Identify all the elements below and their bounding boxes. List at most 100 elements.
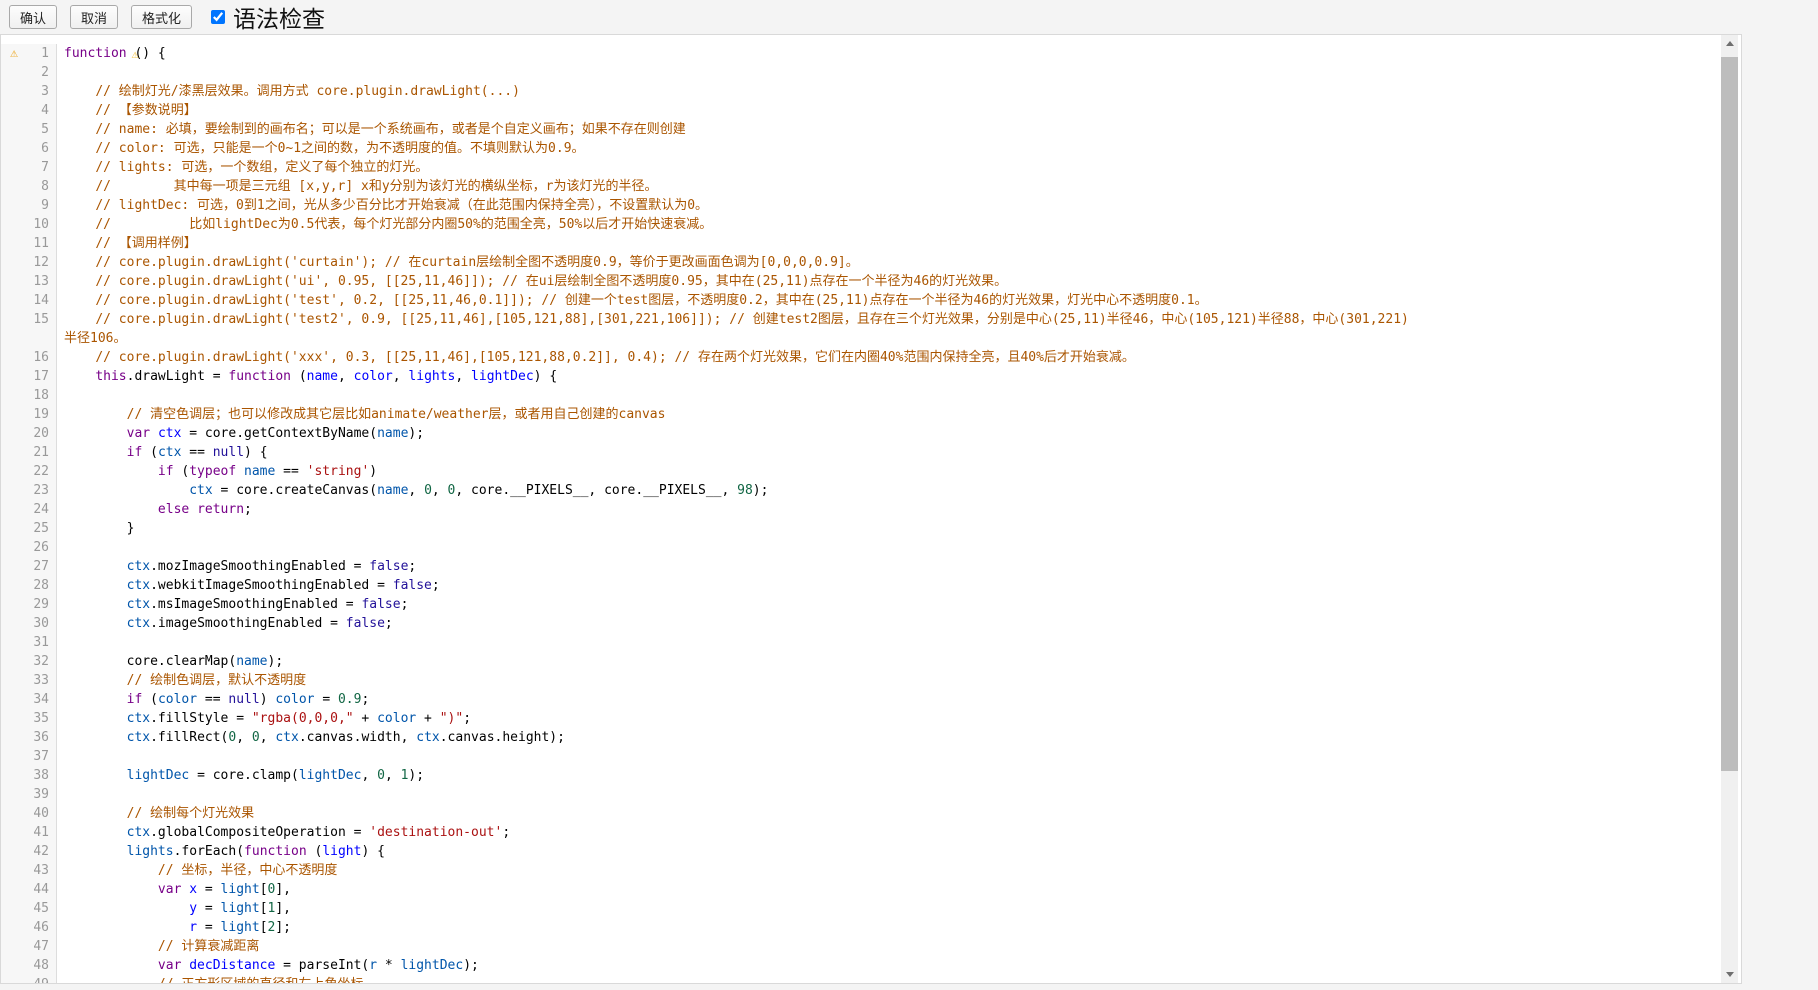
code-text[interactable]: // 绘制灯光/漆黑层效果。调用方式 core.plugin.drawLight… bbox=[57, 82, 1721, 101]
code-text[interactable]: // 比如lightDec为0.5代表，每个灯光部分内圈50%的范围全亮，50%… bbox=[57, 215, 1721, 234]
code-line[interactable]: 11 // 【调用样例】 bbox=[1, 234, 1721, 253]
code-text[interactable]: if (color == null) color = 0.9; bbox=[57, 690, 1721, 709]
vertical-scrollbar[interactable] bbox=[1721, 35, 1738, 983]
code-line[interactable]: 41 ctx.globalCompositeOperation = 'desti… bbox=[1, 823, 1721, 842]
code-line[interactable]: 8 // 其中每一项是三元组 [x,y,r] x和y分别为该灯光的横纵坐标，r为… bbox=[1, 177, 1721, 196]
code-line[interactable]: 7 // lights: 可选，一个数组，定义了每个独立的灯光。 bbox=[1, 158, 1721, 177]
code-text[interactable]: ctx.webkitImageSmoothingEnabled = false; bbox=[57, 576, 1721, 595]
code-line[interactable]: 49 // 正方形区域的直径和左上角坐标 bbox=[1, 975, 1721, 983]
code-text[interactable]: ctx.fillStyle = "rgba(0,0,0," + color + … bbox=[57, 709, 1721, 728]
code-text[interactable] bbox=[57, 633, 1721, 652]
code-line[interactable]: 30 ctx.imageSmoothingEnabled = false; bbox=[1, 614, 1721, 633]
code-text[interactable]: // 绘制色调层，默认不透明度 bbox=[57, 671, 1721, 690]
code-text[interactable]: // color: 可选，只能是一个0~1之间的数，为不透明度的值。不填则默认为… bbox=[57, 139, 1721, 158]
code-line[interactable]: 18 bbox=[1, 386, 1721, 405]
cancel-button[interactable]: 取消 bbox=[70, 5, 118, 29]
code-text[interactable]: if (ctx == null) { bbox=[57, 443, 1721, 462]
code-line[interactable]: 24 else return; bbox=[1, 500, 1721, 519]
code-text[interactable]: // 坐标，半径，中心不透明度 bbox=[57, 861, 1721, 880]
syntax-check-label[interactable]: 语法检查 bbox=[233, 0, 325, 34]
code-text[interactable]: // name: 必填，要绘制到的画布名；可以是一个系统画布，或者是个自定义画布… bbox=[57, 120, 1721, 139]
code-line[interactable]: 22 if (typeof name == 'string') bbox=[1, 462, 1721, 481]
code-text[interactable]: // 【参数说明】 bbox=[57, 101, 1721, 120]
code-text[interactable] bbox=[57, 63, 1721, 82]
code-text[interactable] bbox=[57, 785, 1721, 804]
code-text[interactable]: // core.plugin.drawLight('xxx', 0.3, [[2… bbox=[57, 348, 1721, 367]
code-text[interactable]: // 正方形区域的直径和左上角坐标 bbox=[57, 975, 1721, 983]
format-button[interactable]: 格式化 bbox=[131, 5, 192, 29]
code-line[interactable]: 36 ctx.fillRect(0, 0, ctx.canvas.width, … bbox=[1, 728, 1721, 747]
code-line[interactable]: 44 var x = light[0], bbox=[1, 880, 1721, 899]
code-line[interactable]: 14 // core.plugin.drawLight('test', 0.2,… bbox=[1, 291, 1721, 310]
code-text[interactable]: var x = light[0], bbox=[57, 880, 1721, 899]
code-area[interactable]: ⚠1function ⚠() {23 // 绘制灯光/漆黑层效果。调用方式 co… bbox=[1, 35, 1721, 983]
code-editor[interactable]: ⚠1function ⚠() {23 // 绘制灯光/漆黑层效果。调用方式 co… bbox=[0, 34, 1742, 984]
code-line[interactable]: 32 core.clearMap(name); bbox=[1, 652, 1721, 671]
code-text[interactable] bbox=[57, 386, 1721, 405]
scrollbar-thumb[interactable] bbox=[1721, 57, 1738, 771]
code-line[interactable]: 4 // 【参数说明】 bbox=[1, 101, 1721, 120]
code-line[interactable]: 21 if (ctx == null) { bbox=[1, 443, 1721, 462]
code-line[interactable]: 38 lightDec = core.clamp(lightDec, 0, 1)… bbox=[1, 766, 1721, 785]
code-line[interactable]: 45 y = light[1], bbox=[1, 899, 1721, 918]
code-line[interactable]: 27 ctx.mozImageSmoothingEnabled = false; bbox=[1, 557, 1721, 576]
code-line[interactable]: 6 // color: 可选，只能是一个0~1之间的数，为不透明度的值。不填则默… bbox=[1, 139, 1721, 158]
code-text[interactable]: // 计算衰减距离 bbox=[57, 937, 1721, 956]
code-text[interactable]: // 清空色调层；也可以修改成其它层比如animate/weather层，或者用… bbox=[57, 405, 1721, 424]
code-text[interactable]: // 其中每一项是三元组 [x,y,r] x和y分别为该灯光的横纵坐标，r为该灯… bbox=[57, 177, 1721, 196]
scroll-down-button[interactable] bbox=[1721, 966, 1738, 983]
code-line[interactable]: 2 bbox=[1, 63, 1721, 82]
syntax-check-checkbox[interactable] bbox=[211, 10, 225, 24]
code-line[interactable]: 3 // 绘制灯光/漆黑层效果。调用方式 core.plugin.drawLig… bbox=[1, 82, 1721, 101]
code-line[interactable]: 5 // name: 必填，要绘制到的画布名；可以是一个系统画布，或者是个自定义… bbox=[1, 120, 1721, 139]
code-text[interactable]: var decDistance = parseInt(r * lightDec)… bbox=[57, 956, 1721, 975]
code-text[interactable]: // lights: 可选，一个数组，定义了每个独立的灯光。 bbox=[57, 158, 1721, 177]
code-text[interactable]: // core.plugin.drawLight('test2', 0.9, [… bbox=[57, 310, 1721, 348]
code-line[interactable]: 39 bbox=[1, 785, 1721, 804]
code-text[interactable]: // core.plugin.drawLight('ui', 0.95, [[2… bbox=[57, 272, 1721, 291]
code-text[interactable]: ctx = core.createCanvas(name, 0, 0, core… bbox=[57, 481, 1721, 500]
code-text[interactable]: lightDec = core.clamp(lightDec, 0, 1); bbox=[57, 766, 1721, 785]
code-line[interactable]: 31 bbox=[1, 633, 1721, 652]
code-line[interactable]: 33 // 绘制色调层，默认不透明度 bbox=[1, 671, 1721, 690]
code-line[interactable]: 34 if (color == null) color = 0.9; bbox=[1, 690, 1721, 709]
code-line[interactable]: 13 // core.plugin.drawLight('ui', 0.95, … bbox=[1, 272, 1721, 291]
code-line[interactable]: 43 // 坐标，半径，中心不透明度 bbox=[1, 861, 1721, 880]
confirm-button[interactable]: 确认 bbox=[9, 5, 57, 29]
code-text[interactable] bbox=[57, 538, 1721, 557]
code-line[interactable]: 20 var ctx = core.getContextByName(name)… bbox=[1, 424, 1721, 443]
code-text[interactable]: ctx.msImageSmoothingEnabled = false; bbox=[57, 595, 1721, 614]
code-text[interactable] bbox=[57, 747, 1721, 766]
scroll-up-button[interactable] bbox=[1721, 35, 1738, 52]
code-line[interactable]: 37 bbox=[1, 747, 1721, 766]
code-text[interactable]: ctx.globalCompositeOperation = 'destinat… bbox=[57, 823, 1721, 842]
code-line[interactable]: 28 ctx.webkitImageSmoothingEnabled = fal… bbox=[1, 576, 1721, 595]
code-text[interactable]: // 【调用样例】 bbox=[57, 234, 1721, 253]
code-line[interactable]: 42 lights.forEach(function (light) { bbox=[1, 842, 1721, 861]
code-line[interactable]: 25 } bbox=[1, 519, 1721, 538]
code-text[interactable]: var ctx = core.getContextByName(name); bbox=[57, 424, 1721, 443]
code-line[interactable]: 15 // core.plugin.drawLight('test2', 0.9… bbox=[1, 310, 1721, 348]
code-text[interactable]: ctx.imageSmoothingEnabled = false; bbox=[57, 614, 1721, 633]
code-text[interactable]: function ⚠() { bbox=[57, 44, 1721, 63]
code-line[interactable]: 40 // 绘制每个灯光效果 bbox=[1, 804, 1721, 823]
code-line[interactable]: 46 r = light[2]; bbox=[1, 918, 1721, 937]
code-text[interactable]: ctx.fillRect(0, 0, ctx.canvas.width, ctx… bbox=[57, 728, 1721, 747]
code-line[interactable]: 35 ctx.fillStyle = "rgba(0,0,0," + color… bbox=[1, 709, 1721, 728]
code-text[interactable]: lights.forEach(function (light) { bbox=[57, 842, 1721, 861]
code-line[interactable]: 23 ctx = core.createCanvas(name, 0, 0, c… bbox=[1, 481, 1721, 500]
code-line[interactable]: 12 // core.plugin.drawLight('curtain'); … bbox=[1, 253, 1721, 272]
code-text[interactable]: y = light[1], bbox=[57, 899, 1721, 918]
code-line[interactable]: 26 bbox=[1, 538, 1721, 557]
code-text[interactable]: core.clearMap(name); bbox=[57, 652, 1721, 671]
code-text[interactable]: } bbox=[57, 519, 1721, 538]
code-line[interactable]: 9 // lightDec: 可选，0到1之间，光从多少百分比才开始衰减（在此范… bbox=[1, 196, 1721, 215]
code-line[interactable]: 19 // 清空色调层；也可以修改成其它层比如animate/weather层，… bbox=[1, 405, 1721, 424]
code-line[interactable]: ⚠1function ⚠() { bbox=[1, 44, 1721, 63]
code-text[interactable]: // lightDec: 可选，0到1之间，光从多少百分比才开始衰减（在此范围内… bbox=[57, 196, 1721, 215]
code-text[interactable]: this.drawLight = function (name, color, … bbox=[57, 367, 1721, 386]
code-text[interactable]: // core.plugin.drawLight('test', 0.2, [[… bbox=[57, 291, 1721, 310]
code-text[interactable]: // 绘制每个灯光效果 bbox=[57, 804, 1721, 823]
code-line[interactable]: 29 ctx.msImageSmoothingEnabled = false; bbox=[1, 595, 1721, 614]
code-line[interactable]: 10 // 比如lightDec为0.5代表，每个灯光部分内圈50%的范围全亮，… bbox=[1, 215, 1721, 234]
